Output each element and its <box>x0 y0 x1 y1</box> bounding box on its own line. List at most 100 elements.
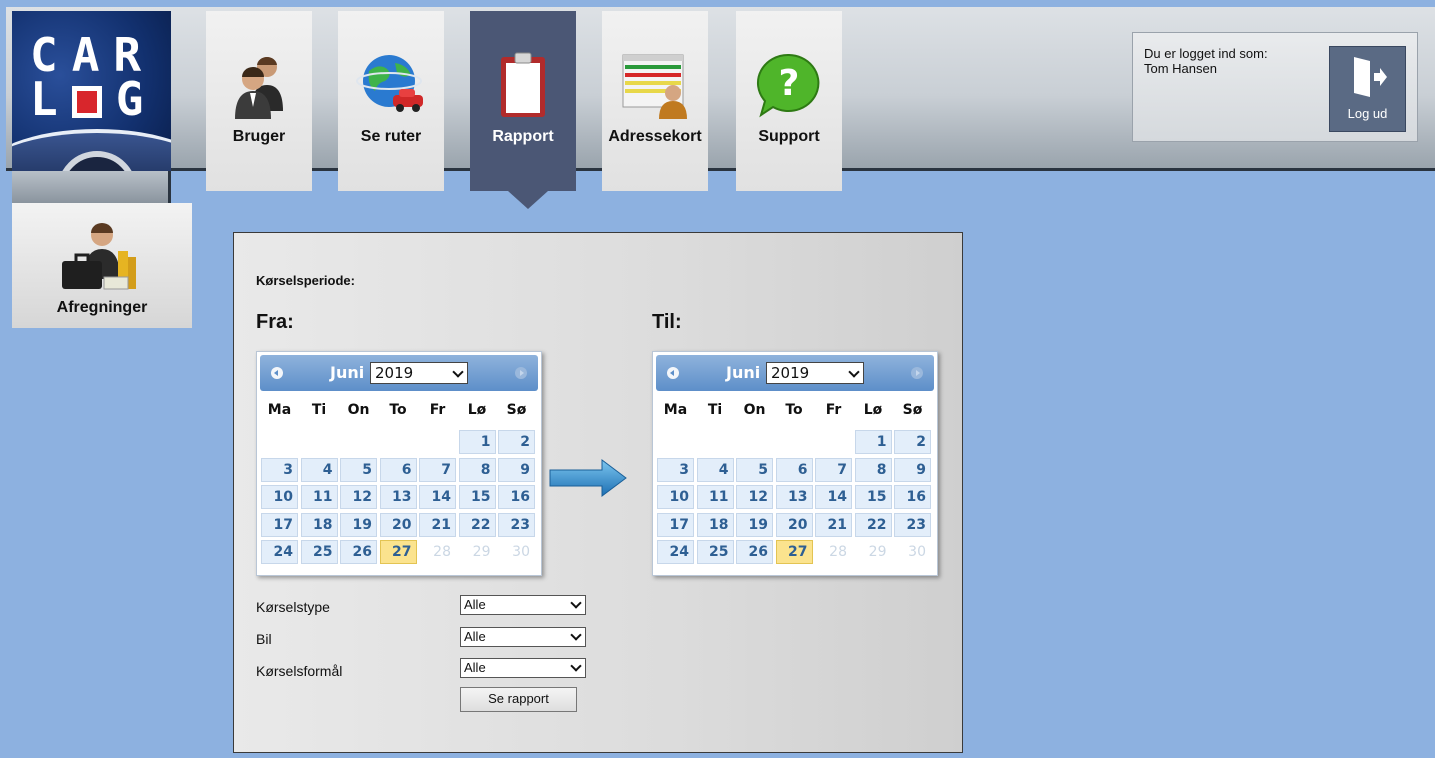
calendar-day[interactable]: 3 <box>657 457 694 482</box>
calendar-day[interactable]: 26 <box>340 540 377 564</box>
globe-car-icon <box>356 55 423 112</box>
calendar-day[interactable]: 13 <box>379 485 417 509</box>
calendar-day[interactable]: 26 <box>736 540 773 564</box>
user-name: Tom Hansen <box>1144 61 1217 76</box>
tab-se-ruter[interactable]: Se ruter <box>338 11 444 191</box>
side-item-afregninger[interactable]: Afregninger <box>12 203 192 328</box>
calendar-day[interactable]: 24 <box>657 540 694 564</box>
calendar-day[interactable]: 12 <box>340 485 377 509</box>
calendar-day[interactable]: 15 <box>854 485 892 509</box>
calendar-day[interactable]: 21 <box>815 512 852 537</box>
next-month-icon[interactable] <box>515 367 527 379</box>
calendar-day[interactable]: 7 <box>419 457 456 482</box>
calendar-day[interactable]: 16 <box>498 485 535 509</box>
calendar-day[interactable]: 11 <box>300 485 338 509</box>
tab-rapport[interactable]: Rapport <box>470 11 576 191</box>
calendar-day[interactable]: 25 <box>300 540 338 564</box>
clipboard-icon <box>501 52 545 117</box>
tab-support[interactable]: ? Support <box>736 11 842 191</box>
calendar-day: 29 <box>854 540 892 564</box>
korselstype-select[interactable]: Alle <box>460 595 586 615</box>
calendar-day[interactable]: 8 <box>458 457 496 482</box>
calendar-day[interactable]: 23 <box>498 512 535 537</box>
calendar-day: 28 <box>815 540 852 564</box>
bil-select[interactable]: Alle <box>460 627 586 647</box>
calendar-day[interactable]: 16 <box>894 485 931 509</box>
calendar-day[interactable]: 9 <box>498 457 535 482</box>
calendar-day[interactable]: 25 <box>696 540 734 564</box>
calendar-day[interactable]: 14 <box>815 485 852 509</box>
calendar-day[interactable]: 1 <box>854 430 892 454</box>
chevron-down-icon <box>570 597 582 609</box>
calendar-day[interactable]: 20 <box>775 512 813 537</box>
weekday-label: Fr <box>825 402 842 418</box>
calendar-day[interactable]: 6 <box>775 457 813 482</box>
calendar-day[interactable]: 19 <box>736 512 773 537</box>
calendar-from: Juni 2019 Ma Ti On To Fr Lø Sø 1 2 3 4 5 6 7 8 9 10 11 12… <box>256 351 542 576</box>
calendar-day[interactable]: 23 <box>894 512 931 537</box>
tab-adressekort[interactable]: Adressekort <box>602 11 708 191</box>
calendar-month: Juni <box>330 363 365 382</box>
carlog-logo[interactable]: CAR LG <box>12 11 171 171</box>
calendar-day[interactable]: 19 <box>340 512 377 537</box>
calendar-day[interactable]: 22 <box>458 512 496 537</box>
weekday-label: Ti <box>707 402 723 418</box>
calendar-grid: 1 2 3 4 5 6 7 8 9 10 11 12 13 14 15 16 17 18 19 20 21 22 23 24 2… <box>657 430 933 570</box>
svg-text:?: ? <box>779 63 800 104</box>
question-bubble-icon: ? <box>756 53 820 118</box>
calendar-day[interactable]: 8 <box>854 457 892 482</box>
calendar-day[interactable]: 12 <box>736 485 773 509</box>
calendar-day[interactable]: 27 <box>379 540 417 564</box>
se-rapport-button[interactable]: Se rapport <box>460 687 577 712</box>
calendar-day[interactable]: 4 <box>696 457 734 482</box>
year-select[interactable]: 2019 <box>370 362 468 384</box>
tab-label: Support <box>758 128 820 145</box>
calendar-day[interactable]: 21 <box>419 512 456 537</box>
calendar-day[interactable]: 22 <box>854 512 892 537</box>
calendar-day: 30 <box>894 540 931 564</box>
exit-door-icon <box>1354 57 1387 97</box>
arrow-right-icon <box>549 459 627 497</box>
weekday-label: Lø <box>863 402 883 418</box>
logout-button[interactable]: Log ud <box>1329 46 1406 132</box>
calendar-day[interactable]: 10 <box>261 485 298 509</box>
calendar-day[interactable]: 18 <box>300 512 338 537</box>
prev-month-icon[interactable] <box>667 367 679 379</box>
year-select[interactable]: 2019 <box>766 362 864 384</box>
calendar-day[interactable]: 5 <box>340 457 377 482</box>
calendar-day[interactable]: 11 <box>696 485 734 509</box>
weekday-label: To <box>389 402 407 418</box>
next-month-icon[interactable] <box>911 367 923 379</box>
calendar-day[interactable]: 20 <box>379 512 417 537</box>
login-info-box: Du er logget ind som: Tom Hansen Log ud <box>1132 32 1418 142</box>
calendar-day[interactable]: 1 <box>458 430 496 454</box>
calendar-day[interactable]: 3 <box>261 457 298 482</box>
calendar-day[interactable]: 4 <box>300 457 338 482</box>
calendar-day[interactable]: 14 <box>419 485 456 509</box>
prev-month-icon[interactable] <box>271 367 283 379</box>
calendar-day[interactable]: 17 <box>657 512 694 537</box>
filter-label-korselstype: Kørselstype <box>256 599 330 615</box>
chevron-down-icon <box>570 660 582 672</box>
tab-bruger[interactable]: Bruger <box>206 11 312 191</box>
users-icon <box>235 56 283 119</box>
chevron-down-icon <box>848 366 860 378</box>
calendar-day[interactable]: 27 <box>775 540 813 564</box>
from-heading: Fra: <box>256 311 294 333</box>
calendar-day[interactable]: 7 <box>815 457 852 482</box>
calendar-day[interactable]: 5 <box>736 457 773 482</box>
calendar-day[interactable]: 2 <box>498 430 535 454</box>
briefcase-money-icon <box>62 223 136 290</box>
calendar-day[interactable]: 24 <box>261 540 298 564</box>
korselsformal-select[interactable]: Alle <box>460 658 586 678</box>
active-tab-pointer <box>508 191 548 209</box>
calendar-day[interactable]: 2 <box>894 430 931 454</box>
calendar-day[interactable]: 6 <box>379 457 417 482</box>
calendar-day[interactable]: 13 <box>775 485 813 509</box>
calendar-day[interactable]: 9 <box>894 457 931 482</box>
calendar-day[interactable]: 17 <box>261 512 298 537</box>
calendar-day[interactable]: 15 <box>458 485 496 509</box>
calendar-day[interactable]: 10 <box>657 485 694 509</box>
chevron-down-icon <box>570 629 582 641</box>
calendar-day[interactable]: 18 <box>696 512 734 537</box>
